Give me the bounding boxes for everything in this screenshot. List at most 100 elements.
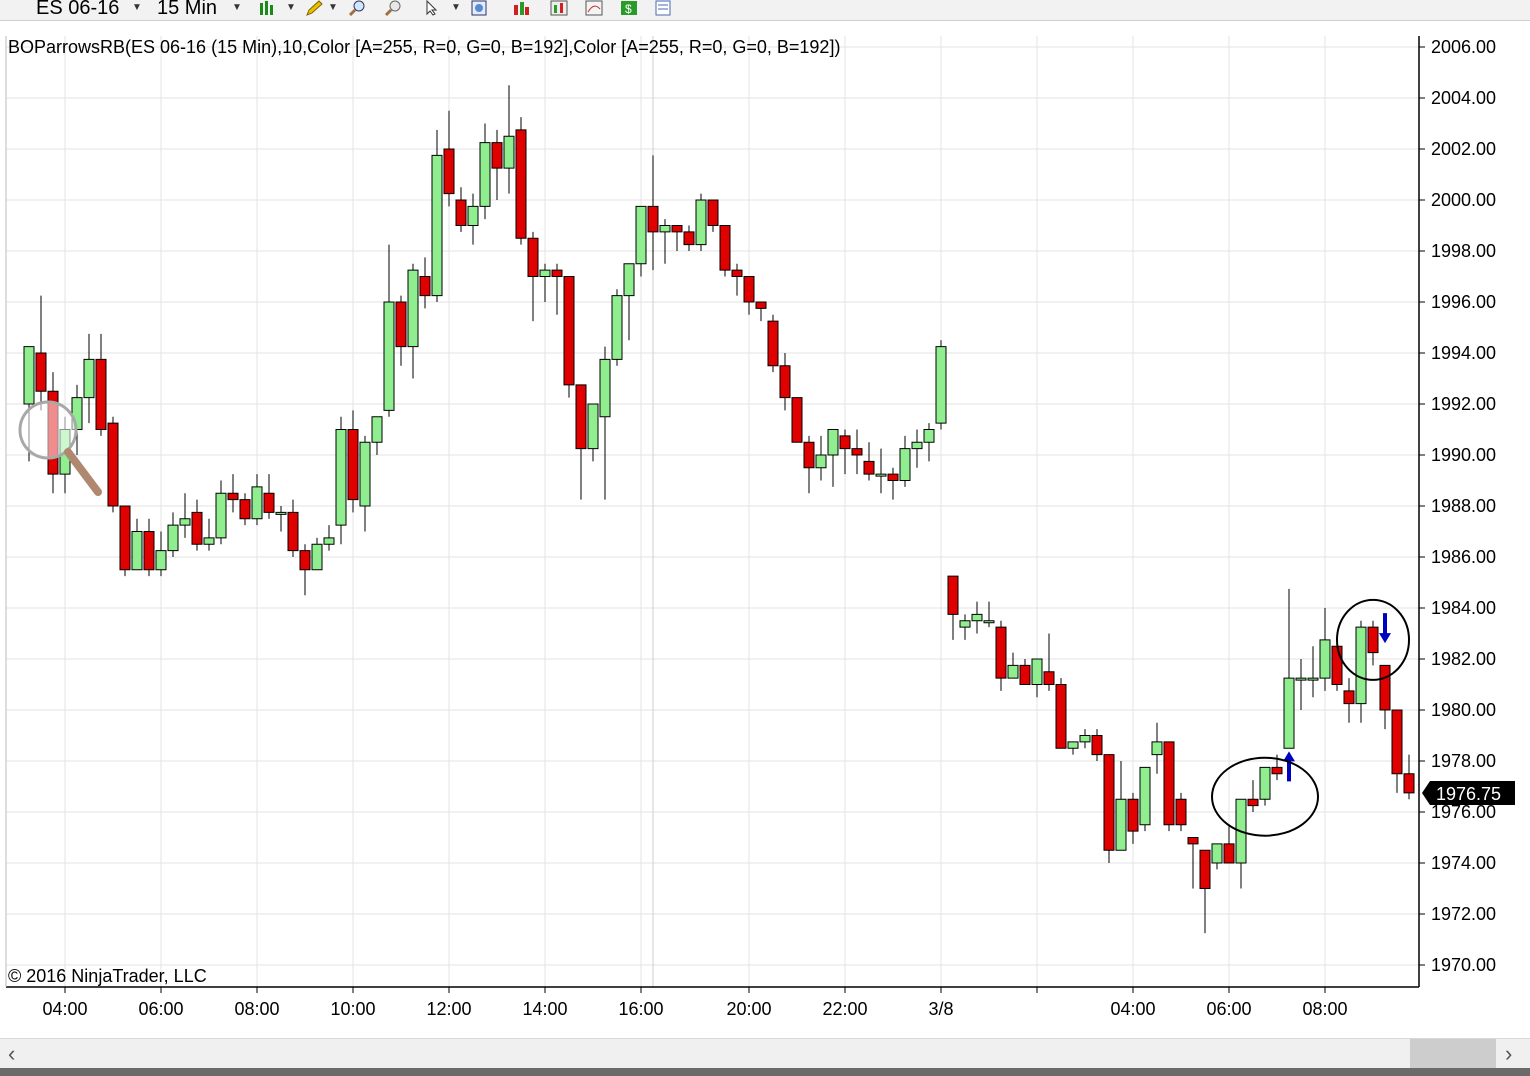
- zoom-in-icon[interactable]: [348, 0, 366, 16]
- candle-body-down: [767, 320, 779, 367]
- candle: [971, 601, 983, 634]
- drawing-pencil-icon[interactable]: [305, 0, 323, 16]
- candle: [1115, 761, 1127, 851]
- instrument-dropdown-icon[interactable]: ▼: [132, 2, 142, 13]
- scrollbar-thumb[interactable]: [1410, 1039, 1496, 1069]
- y-tick-label: 1996.00: [1431, 292, 1496, 312]
- candle: [1175, 792, 1187, 832]
- candle: [431, 129, 443, 302]
- candle: [239, 493, 251, 526]
- candle-body-down: [95, 358, 107, 430]
- data-box-icon[interactable]: [654, 0, 672, 16]
- bar-type-dropdown-icon[interactable]: ▼: [286, 2, 296, 13]
- strategy-icon[interactable]: [512, 0, 530, 16]
- cursor-icon[interactable]: [424, 0, 442, 16]
- x-tick-label: 04:00: [42, 999, 87, 1019]
- candle-body-up: [203, 537, 215, 545]
- candle-body-down: [743, 276, 755, 303]
- chart-style-icon[interactable]: [550, 0, 568, 16]
- candle-body-up: [23, 346, 35, 405]
- candle: [827, 429, 839, 487]
- drawing-dropdown-icon[interactable]: ▼: [328, 2, 338, 13]
- period-dropdown-icon[interactable]: ▼: [232, 2, 242, 13]
- period-selector[interactable]: 15 Min: [157, 0, 217, 20]
- horizontal-scrollbar[interactable]: ‹ ›: [0, 1038, 1530, 1069]
- candle-body-up: [815, 454, 827, 469]
- candle-body-down: [947, 575, 959, 615]
- price-chart[interactable]: 2006.00 2004.00 2002.00 2000.00 1998.00 1996.…: [0, 20, 1530, 1038]
- candle: [215, 480, 227, 545]
- candle-body-down: [851, 448, 863, 456]
- svg-text:$: $: [625, 2, 632, 16]
- money-icon[interactable]: $: [620, 0, 638, 16]
- signal-down-arrow-icon: [1379, 613, 1391, 644]
- candle-body-up: [479, 142, 491, 207]
- x-tick-label: 12:00: [426, 999, 471, 1019]
- indicator-label: BOParrowsRB(ES 06-16 (15 Min),10,Color […: [8, 37, 840, 57]
- candle-body-down: [647, 205, 659, 233]
- candle: [1043, 633, 1055, 691]
- scroll-left-icon[interactable]: ‹: [8, 1041, 15, 1067]
- candle-body-down: [347, 429, 359, 501]
- x-tick-label: 3/8: [928, 999, 953, 1019]
- candle: [551, 263, 563, 315]
- candle-body-up: [155, 550, 167, 571]
- candle-body-down: [1379, 664, 1391, 711]
- instrument-selector[interactable]: ES 06-16: [36, 0, 119, 20]
- candle: [1295, 659, 1307, 710]
- candle: [1103, 754, 1115, 863]
- candle-body-up: [1307, 677, 1319, 681]
- candle-body-up: [875, 473, 887, 477]
- candle-body-down: [719, 225, 731, 271]
- candle-body-up: [1067, 741, 1079, 749]
- candle-body-down: [1343, 690, 1355, 705]
- y-tick-label: 2004.00: [1431, 88, 1496, 108]
- candle-body-down: [791, 397, 803, 443]
- candle: [1067, 741, 1079, 755]
- scroll-right-icon[interactable]: ›: [1505, 1041, 1512, 1067]
- cursor-dropdown-icon[interactable]: ▼: [451, 2, 461, 13]
- candle: [95, 333, 107, 436]
- candle-body-down: [191, 511, 203, 545]
- candle-body-down: [419, 276, 431, 297]
- x-tick-label: 06:00: [138, 999, 183, 1019]
- copyright-label: © 2016 NinjaTrader, LLC: [8, 966, 207, 986]
- candle: [995, 620, 1007, 691]
- y-tick-label: 1990.00: [1431, 445, 1496, 465]
- candle-body-down: [527, 237, 539, 277]
- candle: [503, 85, 515, 194]
- candle-body-up: [359, 441, 371, 507]
- candle-body-up: [275, 511, 287, 515]
- candle-body-up: [371, 416, 383, 443]
- properties-icon[interactable]: [470, 0, 488, 16]
- candle-body-up: [899, 448, 911, 481]
- candle-body-down: [119, 505, 131, 571]
- y-tick-label: 1984.00: [1431, 598, 1496, 618]
- candle: [923, 423, 935, 462]
- status-strip: [0, 1068, 1530, 1076]
- candle-body-up: [1139, 766, 1151, 826]
- candle: [275, 506, 287, 532]
- candle-body-down: [1043, 671, 1055, 685]
- candle-body-down: [887, 473, 899, 481]
- candle-body-down: [839, 435, 851, 450]
- candle-body-up: [659, 225, 671, 233]
- x-tick-label: 16:00: [618, 999, 663, 1019]
- candle: [263, 474, 275, 519]
- candle: [1031, 658, 1043, 698]
- candle: [383, 244, 395, 417]
- candle-body-up: [587, 403, 599, 450]
- template-icon[interactable]: [585, 0, 603, 16]
- candle: [1379, 664, 1391, 730]
- candle: [1151, 722, 1163, 774]
- y-tick-label: 2006.00: [1431, 37, 1496, 57]
- bar-type-icon[interactable]: [258, 0, 276, 16]
- chart-axes: 2006.00 2004.00 2002.00 2000.00 1998.00 1996.…: [5, 36, 1496, 1019]
- candle: [911, 429, 923, 468]
- candle: [443, 110, 455, 207]
- candle: [719, 225, 731, 277]
- candle-body-up: [167, 524, 179, 552]
- candle: [935, 340, 947, 430]
- candle-body-down: [515, 129, 527, 239]
- zoom-out-icon[interactable]: [384, 0, 402, 16]
